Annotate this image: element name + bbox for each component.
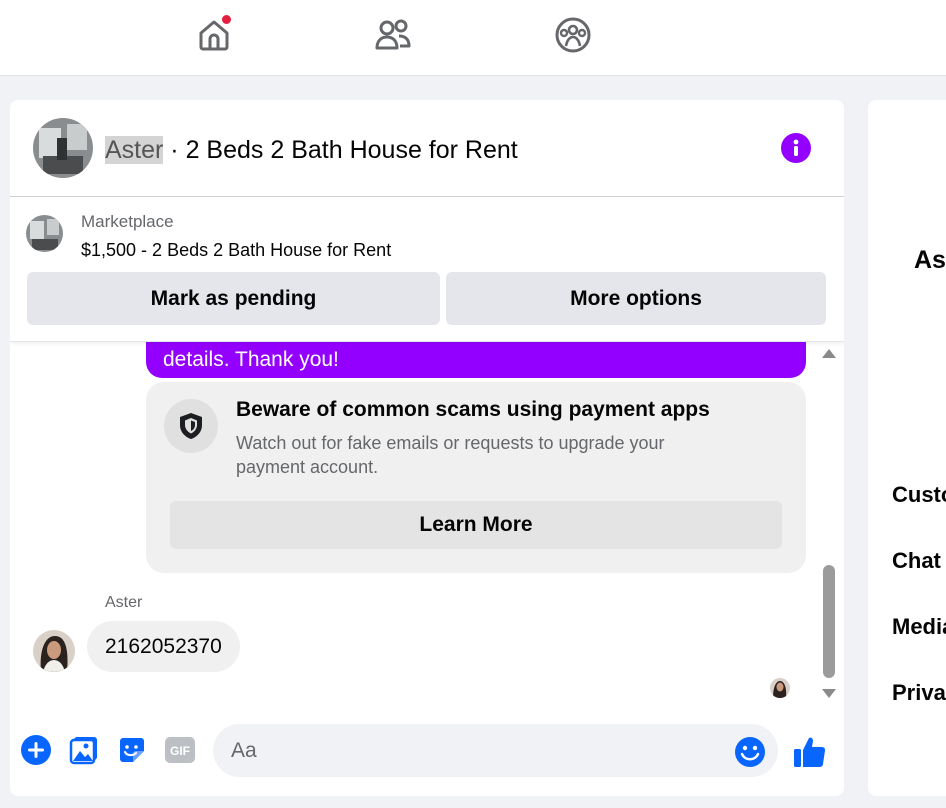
friends-icon <box>375 19 411 50</box>
mark-as-pending-button[interactable]: Mark as pending <box>27 272 440 325</box>
message-list: details. Thank you! Beware of common sca… <box>10 342 844 714</box>
scrollbar-thumb[interactable] <box>823 565 835 678</box>
nav-friends-button[interactable] <box>371 14 415 56</box>
info-panel-name: Aster <box>914 246 946 274</box>
listing-thumbnail[interactable] <box>26 215 63 252</box>
scroll-up-arrow[interactable] <box>822 349 836 358</box>
shield-icon <box>180 413 202 439</box>
contact-name: Aster <box>105 136 164 164</box>
nav-groups-button[interactable] <box>551 14 595 56</box>
received-message-text: 2162052370 <box>105 634 222 658</box>
top-nav-bar <box>0 0 946 76</box>
info-panel-item-customize[interactable]: Customize chat <box>892 482 946 508</box>
groups-icon <box>555 17 591 53</box>
seen-indicator-avatar <box>770 678 790 698</box>
svg-text:GIF: GIF <box>170 744 190 758</box>
message-composer: GIF <box>10 714 844 796</box>
chat-panel: Aster · 2 Beds 2 Bath House for Rent Mar… <box>10 100 844 796</box>
gif-button[interactable]: GIF <box>164 734 196 766</box>
learn-more-button[interactable]: Learn More <box>170 501 782 549</box>
sticker-button[interactable] <box>116 734 148 766</box>
listing-source: Marketplace <box>81 212 174 231</box>
received-message-bubble[interactable]: 2162052370 <box>87 621 240 672</box>
smiley-icon <box>735 737 765 767</box>
shield-icon-container <box>164 399 218 453</box>
info-panel-item-privacy[interactable]: Privacy & support <box>892 680 946 706</box>
sent-message-text: details. Thank you! <box>163 348 339 371</box>
more-actions-button[interactable] <box>20 734 52 766</box>
scroll-down-arrow[interactable] <box>822 689 836 698</box>
contact-avatar[interactable] <box>33 118 93 178</box>
thumbs-up-icon <box>794 737 826 767</box>
like-button[interactable] <box>792 734 828 770</box>
conversation-info-panel: Aster Customize chat Chat members Media,… <box>868 100 946 796</box>
warning-body: Watch out for fake emails or requests to… <box>236 433 665 477</box>
sender-avatar[interactable] <box>33 630 75 672</box>
sticker-icon <box>120 738 144 762</box>
conversation-info-button[interactable] <box>781 133 811 163</box>
gif-icon: GIF <box>165 737 195 763</box>
attach-media-button[interactable] <box>68 734 100 766</box>
photo-icon <box>69 737 97 765</box>
emoji-button[interactable] <box>734 736 766 768</box>
more-options-button[interactable]: More options <box>446 272 826 325</box>
marketplace-listing-bar: Marketplace $1,500 - 2 Beds 2 Bath House… <box>10 197 844 342</box>
sent-message-bubble[interactable]: details. Thank you! <box>146 342 806 378</box>
sender-name: Aster <box>105 594 143 611</box>
scam-warning-card: Beware of common scams using payment app… <box>146 382 806 573</box>
listing-title[interactable]: $1,500 - 2 Beds 2 Bath House for Rent <box>81 240 391 261</box>
info-panel-item-media[interactable]: Media, files and links <box>892 614 946 640</box>
listing-name: 2 Beds 2 Bath House for Rent <box>185 136 518 164</box>
message-input[interactable] <box>213 724 778 777</box>
notification-dot <box>221 14 232 25</box>
title-separator: · <box>163 136 186 164</box>
chat-header: Aster · 2 Beds 2 Bath House for Rent <box>10 100 844 197</box>
chat-title[interactable]: Aster · 2 Beds 2 Bath House for Rent <box>105 135 518 165</box>
info-icon <box>793 139 799 156</box>
nav-home-button[interactable] <box>192 14 236 56</box>
plus-circle-icon <box>21 735 51 765</box>
info-panel-item-chat-members[interactable]: Chat members <box>892 548 946 574</box>
warning-title: Beware of common scams using payment app… <box>236 398 710 421</box>
